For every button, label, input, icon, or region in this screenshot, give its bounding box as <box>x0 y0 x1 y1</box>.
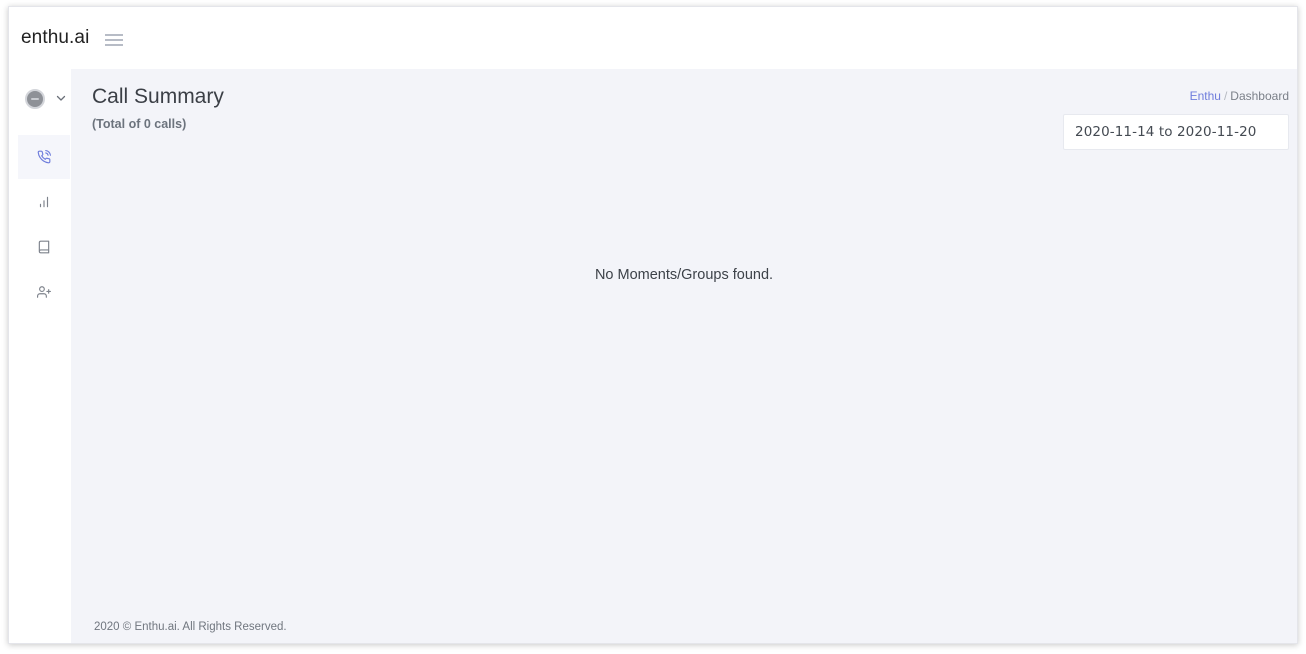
date-range-picker[interactable]: 2020-11-14 to 2020-11-20 <box>1063 114 1289 150</box>
sidebar-item-calls[interactable] <box>18 135 70 179</box>
footer-copyright: 2020 © Enthu.ai. All Rights Reserved. <box>94 621 287 633</box>
brand-logo[interactable]: enthu.ai <box>21 27 89 49</box>
breadcrumb-separator: / <box>1223 89 1228 103</box>
avatar <box>25 89 45 109</box>
sidebar-item-analytics[interactable] <box>18 180 70 224</box>
user-plus-icon <box>37 286 51 298</box>
app-window: enthu.ai Call Summary (Total of 0 calls)… <box>8 6 1298 644</box>
top-bar: enthu.ai <box>9 7 1297 69</box>
sidebar <box>9 69 71 643</box>
phone-call-icon <box>37 150 51 164</box>
breadcrumb: Enthu / Dashboard <box>1190 89 1289 103</box>
user-menu[interactable] <box>25 89 69 109</box>
sidebar-item-library[interactable] <box>18 225 70 269</box>
book-icon <box>38 240 50 254</box>
empty-state-message: No Moments/Groups found. <box>594 267 774 283</box>
chevron-down-icon <box>56 95 66 101</box>
menu-toggle-icon[interactable] <box>105 34 123 46</box>
breadcrumb-link-enthu[interactable]: Enthu <box>1190 89 1221 103</box>
bar-chart-icon <box>39 196 49 208</box>
sidebar-item-add-user[interactable] <box>18 270 70 314</box>
page-title: Call Summary <box>92 85 224 108</box>
main-content: Call Summary (Total of 0 calls) Enthu / Da… <box>71 69 1297 643</box>
call-count-label: (Total of 0 calls) <box>92 117 187 131</box>
breadcrumb-current: Dashboard <box>1230 89 1289 103</box>
